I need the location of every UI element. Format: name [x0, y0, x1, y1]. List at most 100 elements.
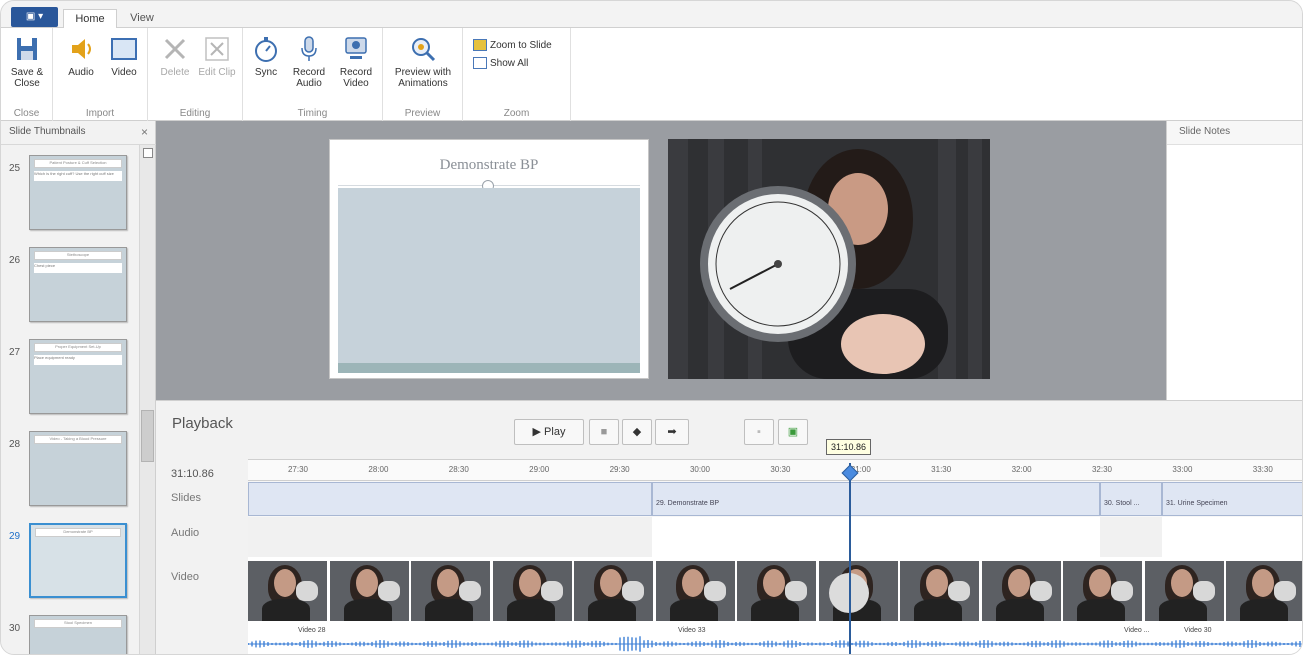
thumbnail-text: Chest piece	[34, 263, 122, 273]
playhead[interactable]	[849, 463, 851, 654]
zoom-group-label: Zoom	[503, 108, 530, 119]
slide-notes-panel[interactable]: Slide Notes	[1166, 121, 1302, 400]
slide-body	[338, 188, 640, 363]
close-thumbnails-icon[interactable]: ×	[141, 121, 148, 143]
timeline-ruler[interactable]: 27:30 28:00 28:30 29:00 29:30 30:00 30:30 31:00…	[248, 459, 1302, 481]
record-video-label: Record Video	[339, 67, 373, 89]
mark-button[interactable]: ▪	[744, 419, 774, 445]
video-thumbnail-frame	[492, 561, 573, 621]
record-video-button[interactable]: Record Video	[335, 34, 377, 89]
video-thumbnail-frame	[1144, 561, 1225, 621]
thumbnail-number: 29	[9, 531, 21, 542]
ruler-tick-label: 28:00	[368, 465, 389, 474]
audio-waveform	[248, 636, 1302, 652]
preview-label: Preview with Animations	[394, 67, 452, 89]
speaker-icon	[72, 39, 91, 59]
scroll-up-icon[interactable]	[143, 148, 153, 158]
timing-group-label: Timing	[297, 108, 328, 119]
slide-footer	[338, 363, 640, 373]
slides-track[interactable]: 29. Demonstrate BP 30. Stool ... 31. Uri…	[248, 481, 1302, 517]
scrollbar-thumb[interactable]	[141, 410, 154, 462]
audio-track[interactable]	[248, 517, 1302, 557]
video-thumbnail-frame	[737, 561, 817, 621]
video-clip-label: Video 33	[678, 627, 706, 634]
previous-button[interactable]: ◆	[622, 419, 652, 445]
thumbnails-scrollbar[interactable]	[139, 145, 155, 654]
tab-view[interactable]: View	[121, 9, 163, 28]
ribbon-tab-bar: ▣ ▾ Home View	[1, 1, 1302, 28]
thumbnail-text: Place equipment ready	[34, 355, 122, 365]
current-time: 31:10.86	[171, 468, 214, 480]
mark2-button[interactable]: ▣	[778, 419, 808, 445]
thumbnail-title: Video - Taking a Blood Pressure	[34, 435, 122, 444]
webcam-icon	[345, 37, 367, 59]
ruler-tick-label: 28:30	[448, 465, 469, 474]
zoom-slide-icon	[473, 39, 487, 52]
slide-segment-30[interactable]: 30. Stool ...	[1100, 482, 1162, 516]
thumbnails-title: Slide Thumbnails	[9, 126, 86, 137]
show-all-button[interactable]: Show All	[473, 56, 528, 72]
video-clip-label: Video 30	[1184, 627, 1212, 634]
microphone-icon	[301, 36, 317, 61]
play-button[interactable]: ▶ Play	[514, 419, 584, 445]
sync-button[interactable]: Sync	[249, 34, 283, 78]
playback-panel: Playback ▶ Play ■ ◆ ➡ ▪ ▣ 31:10.86 31:10…	[156, 400, 1302, 654]
close-group-label: Close	[13, 108, 40, 119]
record-audio-label: Record Audio	[292, 67, 326, 89]
next-button[interactable]: ➡	[655, 419, 689, 445]
ribbon: Save & Close Close Audio Video Import De…	[1, 28, 1302, 121]
stop-button[interactable]: ■	[589, 419, 619, 445]
ruler-tick-label: 31:30	[931, 465, 952, 474]
zoom-to-slide-button[interactable]: Zoom to Slide	[473, 38, 552, 54]
save-close-button[interactable]: Save & Close	[4, 34, 50, 89]
preview-stage: Demonstrate BP	[156, 121, 1166, 400]
slide-notes-title: Slide Notes	[1167, 121, 1302, 145]
video-track-label: Video	[171, 571, 199, 583]
preview-with-animations-button[interactable]: Preview with Animations	[389, 34, 457, 89]
thumbnail-text: Which is the right cuff? Use the right c…	[34, 171, 122, 181]
save-close-label: Save & Close	[10, 67, 44, 89]
thumbnails-header: Slide Thumbnails ×	[1, 121, 156, 145]
slide-thumbnail[interactable]: Proper Equipment Set-Up Place equipment r…	[29, 339, 127, 414]
slide-preview: Demonstrate BP	[329, 139, 649, 379]
tab-home[interactable]: Home	[63, 9, 117, 28]
editing-group-label: Editing	[179, 108, 211, 119]
ruler-tick-label: 32:30	[1091, 465, 1113, 474]
slide-thumbnail[interactable]: Stethoscope Chest piece	[29, 247, 127, 322]
ruler-tick-label: 32:00	[1011, 465, 1032, 474]
slide-segment-31[interactable]: 31. Urine Specimen	[1162, 482, 1302, 516]
delete-button[interactable]: Delete	[156, 34, 194, 78]
ruler-tick-label: 27:30	[287, 465, 309, 474]
slide-thumbnail[interactable]: Video - Taking a Blood Pressure	[29, 431, 127, 506]
slide-thumbnails-panel: Slide Thumbnails × 25 Patient Posture & C…	[1, 121, 156, 654]
thumbnail-title: Stool Specimen	[34, 619, 122, 628]
import-video-button[interactable]: Video	[105, 34, 143, 78]
slide-thumbnail[interactable]: Patient Posture & Cuff Selection Which is…	[29, 155, 127, 230]
thumbnail-title: Proper Equipment Set-Up	[34, 343, 122, 352]
thumbnail-number: 27	[9, 347, 21, 358]
thumbnail-title: Stethoscope	[34, 251, 122, 260]
audio-track-label: Audio	[171, 527, 200, 539]
slide-segment-prev[interactable]	[248, 482, 652, 516]
slide-segment-29[interactable]: 29. Demonstrate BP	[652, 482, 1100, 516]
preview-group-label: Preview	[404, 108, 441, 119]
ribbon-group-preview: Preview with Animations Preview	[383, 28, 463, 121]
audio-track-empty-2	[1100, 517, 1162, 557]
video-frame-image	[668, 139, 990, 379]
file-menu-button[interactable]: ▣ ▾	[11, 7, 58, 27]
ruler-tick-label: 30:00	[689, 465, 711, 474]
video-thumbnail-frame	[981, 561, 1062, 621]
slide-thumbnail[interactable]: Demonstrate BP	[29, 523, 127, 598]
slide-thumbnail[interactable]: Stool Specimen	[29, 615, 127, 654]
video-thumbnail-frame	[900, 561, 980, 621]
video-thumbnail-frame	[411, 561, 491, 621]
import-audio-button[interactable]: Audio	[63, 34, 99, 78]
ribbon-group-close: Save & Close Close	[1, 28, 53, 121]
thumbnail-number: 26	[9, 255, 21, 266]
edit-clip-button[interactable]: Edit Clip	[198, 34, 236, 78]
ribbon-group-timing: Sync Record Audio Record Video Timing	[243, 28, 383, 121]
magnifier-icon	[412, 38, 436, 62]
video-track[interactable]: Video 28 Video 33 Video ... Video 30	[248, 557, 1302, 654]
video-thumbnail-frame	[655, 561, 736, 621]
record-audio-button[interactable]: Record Audio	[289, 34, 329, 89]
